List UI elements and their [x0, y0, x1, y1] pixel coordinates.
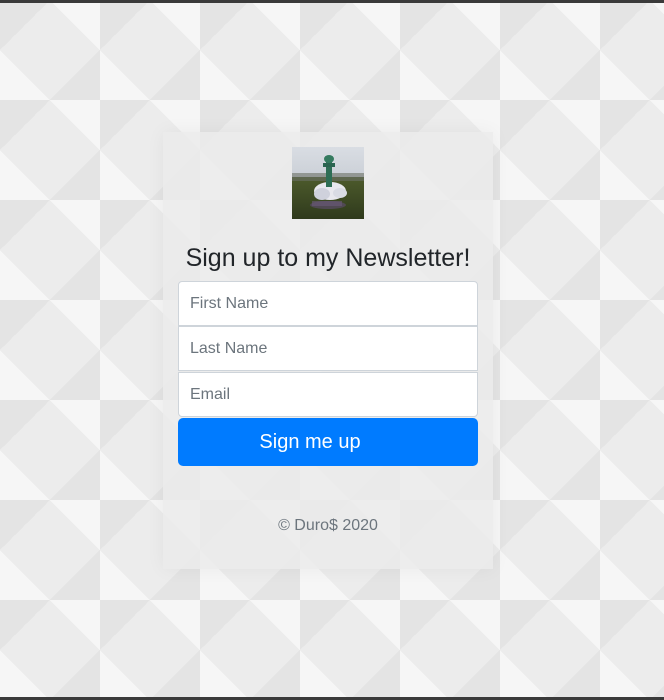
signup-card: Sign up to my Newsletter! Sign me up © D…: [163, 132, 493, 569]
page-title: Sign up to my Newsletter!: [185, 244, 471, 272]
logo-image: [292, 147, 364, 219]
email-field[interactable]: [178, 372, 478, 417]
sign-up-button[interactable]: Sign me up: [178, 418, 478, 466]
first-name-field[interactable]: [178, 281, 478, 326]
copyright-footer: © Duro$ 2020: [278, 517, 378, 534]
window-top-border: [0, 0, 664, 3]
last-name-field[interactable]: [178, 326, 478, 371]
